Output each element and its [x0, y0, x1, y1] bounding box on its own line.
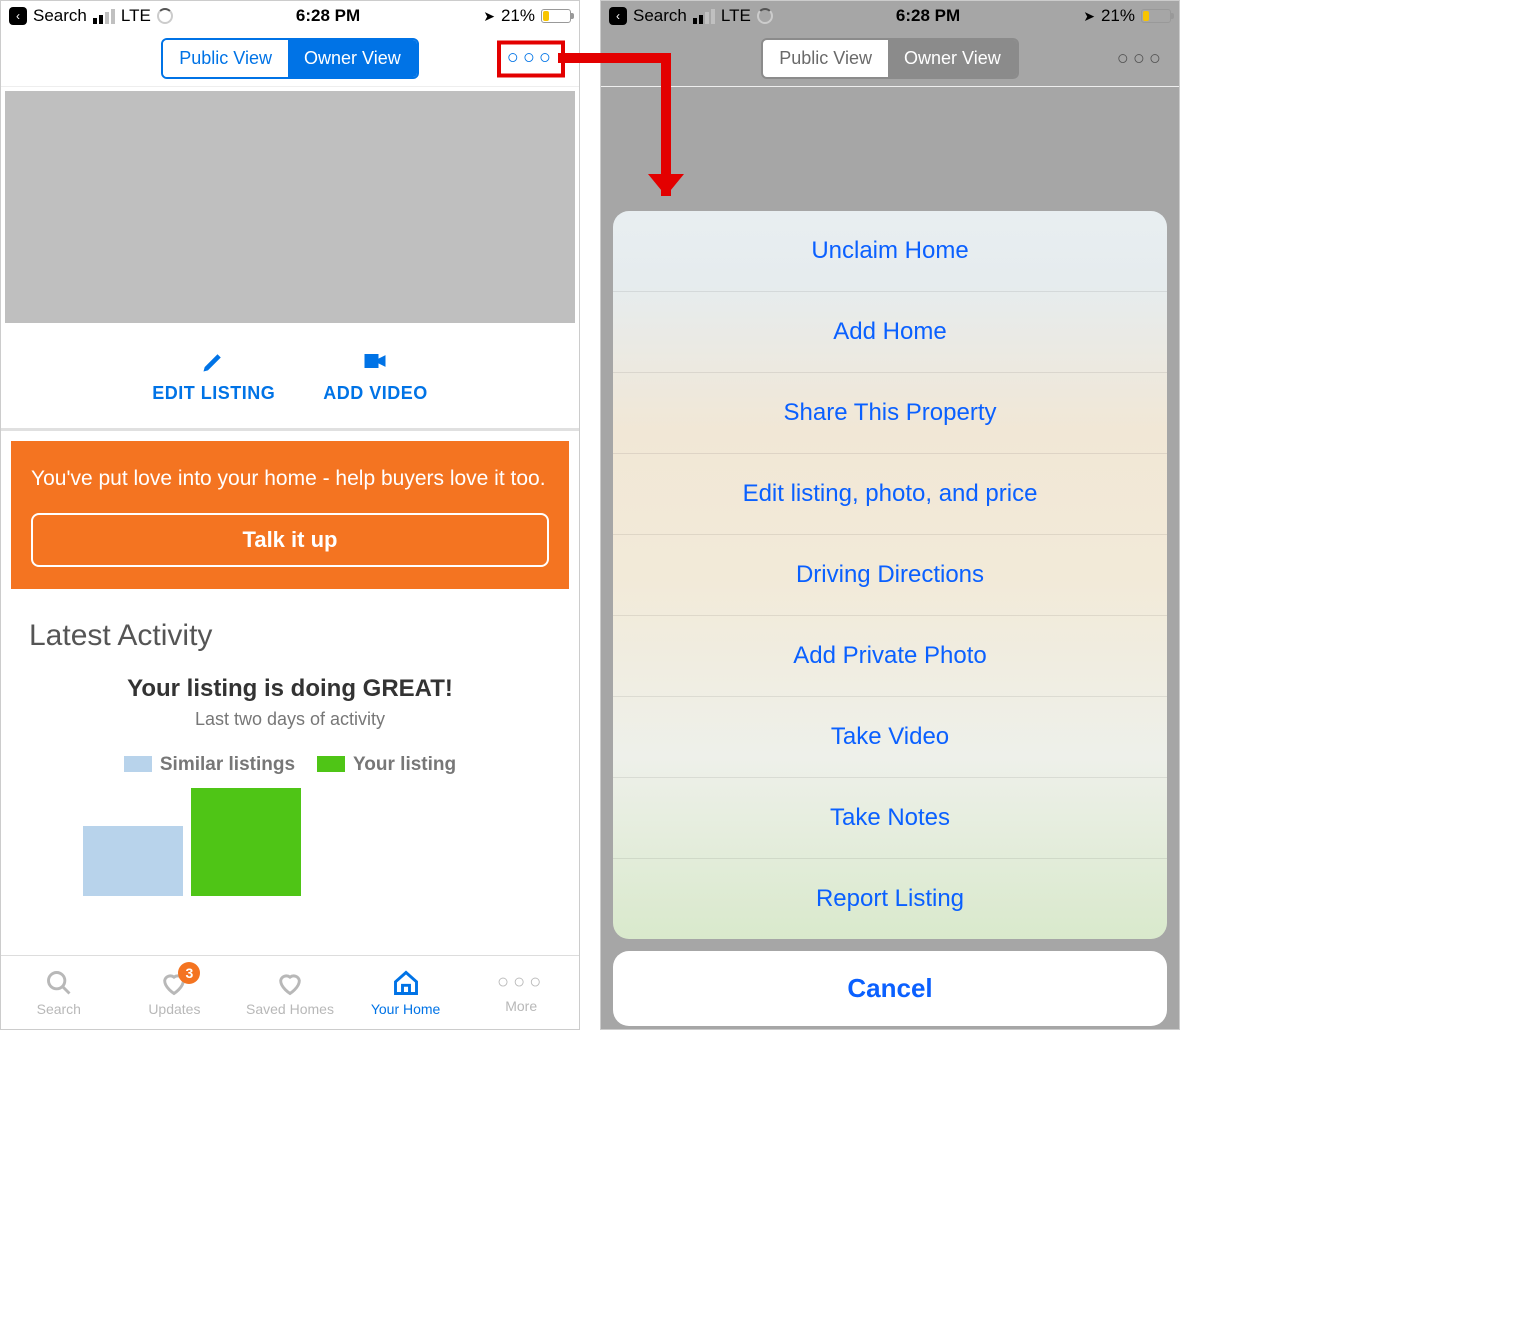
status-battery-pct: 21% [501, 6, 535, 26]
house-icon [392, 969, 420, 997]
more-options-button[interactable]: ○○○ [497, 40, 565, 77]
segment-public-view: Public View [763, 40, 888, 77]
tab-updates[interactable]: 3 Updates [117, 956, 233, 1029]
activity-heading: Latest Activity [29, 619, 551, 653]
status-bar: ‹ Search LTE 6:28 PM ➤ 21% [1, 1, 579, 31]
status-battery-pct: 21% [1101, 6, 1135, 26]
edit-listing-label: EDIT LISTING [152, 383, 275, 404]
segment-owner-view[interactable]: Owner View [288, 40, 417, 77]
edit-listing-button[interactable]: EDIT LISTING [152, 347, 275, 404]
activity-card: Latest Activity Your listing is doing GR… [11, 599, 569, 896]
activity-bar-chart [29, 788, 551, 896]
activity-title: Your listing is doing GREAT! [29, 675, 551, 703]
pencil-icon [200, 347, 228, 375]
more-icon: ○○○ [1117, 47, 1165, 69]
status-bar: ‹ Search LTE 6:28 PM ➤ 21% [601, 1, 1179, 31]
status-time: 6:28 PM [896, 6, 960, 26]
bottom-tab-bar: Search 3 Updates Saved Homes Your Home ○… [1, 955, 579, 1029]
segment-owner-view: Owner View [888, 40, 1017, 77]
add-video-button[interactable]: ADD VIDEO [323, 347, 428, 404]
location-icon: ➤ [483, 8, 495, 25]
tab-updates-label: Updates [148, 1001, 200, 1017]
heart-icon [276, 969, 304, 997]
legend-swatch-yours [317, 756, 345, 772]
battery-icon [541, 9, 571, 23]
more-options-button[interactable]: ○○○ [1117, 47, 1165, 70]
tab-your-home[interactable]: Your Home [348, 956, 464, 1029]
back-chevron-icon[interactable]: ‹ [609, 7, 627, 25]
tab-saved-label: Saved Homes [246, 1001, 334, 1017]
signal-icon [93, 9, 115, 24]
talk-it-up-button[interactable]: Talk it up [31, 513, 549, 567]
bar-similar-listings [83, 826, 183, 896]
status-network: LTE [721, 6, 751, 26]
legend-label-similar: Similar listings [160, 754, 295, 775]
status-back-label[interactable]: Search [633, 6, 687, 26]
listing-hero-image[interactable] [5, 91, 575, 323]
segment-public-view[interactable]: Public View [163, 40, 288, 77]
phone-left: ‹ Search LTE 6:28 PM ➤ 21% Public View O… [0, 0, 580, 1030]
battery-icon [1141, 9, 1171, 23]
location-icon: ➤ [1083, 8, 1095, 25]
promo-banner: You've put love into your home - help bu… [11, 441, 569, 589]
back-chevron-icon[interactable]: ‹ [9, 7, 27, 25]
tab-your-home-label: Your Home [371, 1001, 441, 1017]
loading-spinner-icon [157, 8, 173, 24]
legend-label-yours: Your listing [353, 754, 456, 775]
tab-saved-homes[interactable]: Saved Homes [232, 956, 348, 1029]
video-camera-icon [361, 347, 389, 375]
tab-more-label: More [505, 998, 537, 1014]
updates-badge: 3 [178, 962, 200, 984]
view-segmented-control[interactable]: Public View Owner View [161, 38, 418, 79]
modal-backdrop[interactable] [601, 1, 1179, 1029]
magnifier-icon [45, 969, 73, 997]
tab-search-label: Search [37, 1001, 81, 1017]
status-back-label[interactable]: Search [33, 6, 87, 26]
tab-search[interactable]: Search [1, 956, 117, 1029]
status-time: 6:28 PM [296, 6, 360, 26]
view-segmented-control: Public View Owner View [761, 38, 1018, 79]
loading-spinner-icon [757, 8, 773, 24]
activity-subtitle: Last two days of activity [29, 709, 551, 730]
listing-actions-row: EDIT LISTING ADD VIDEO [1, 327, 579, 431]
signal-icon [693, 9, 715, 24]
add-video-label: ADD VIDEO [323, 383, 428, 404]
tab-more[interactable]: ○○○ More [463, 956, 579, 1029]
ellipsis-icon: ○○○ [497, 971, 545, 994]
top-bar: Public View Owner View ○○○ [1, 31, 579, 87]
top-bar: Public View Owner View ○○○ [601, 31, 1179, 87]
more-icon: ○○○ [507, 46, 555, 68]
chart-legend: Similar listings Your listing [29, 754, 551, 776]
legend-swatch-similar [124, 756, 152, 772]
promo-banner-text: You've put love into your home - help bu… [31, 463, 549, 495]
status-network: LTE [121, 6, 151, 26]
bar-your-listing [191, 788, 301, 896]
phone-right: ‹ Search LTE 6:28 PM ➤ 21% Public View O… [600, 0, 1180, 1030]
